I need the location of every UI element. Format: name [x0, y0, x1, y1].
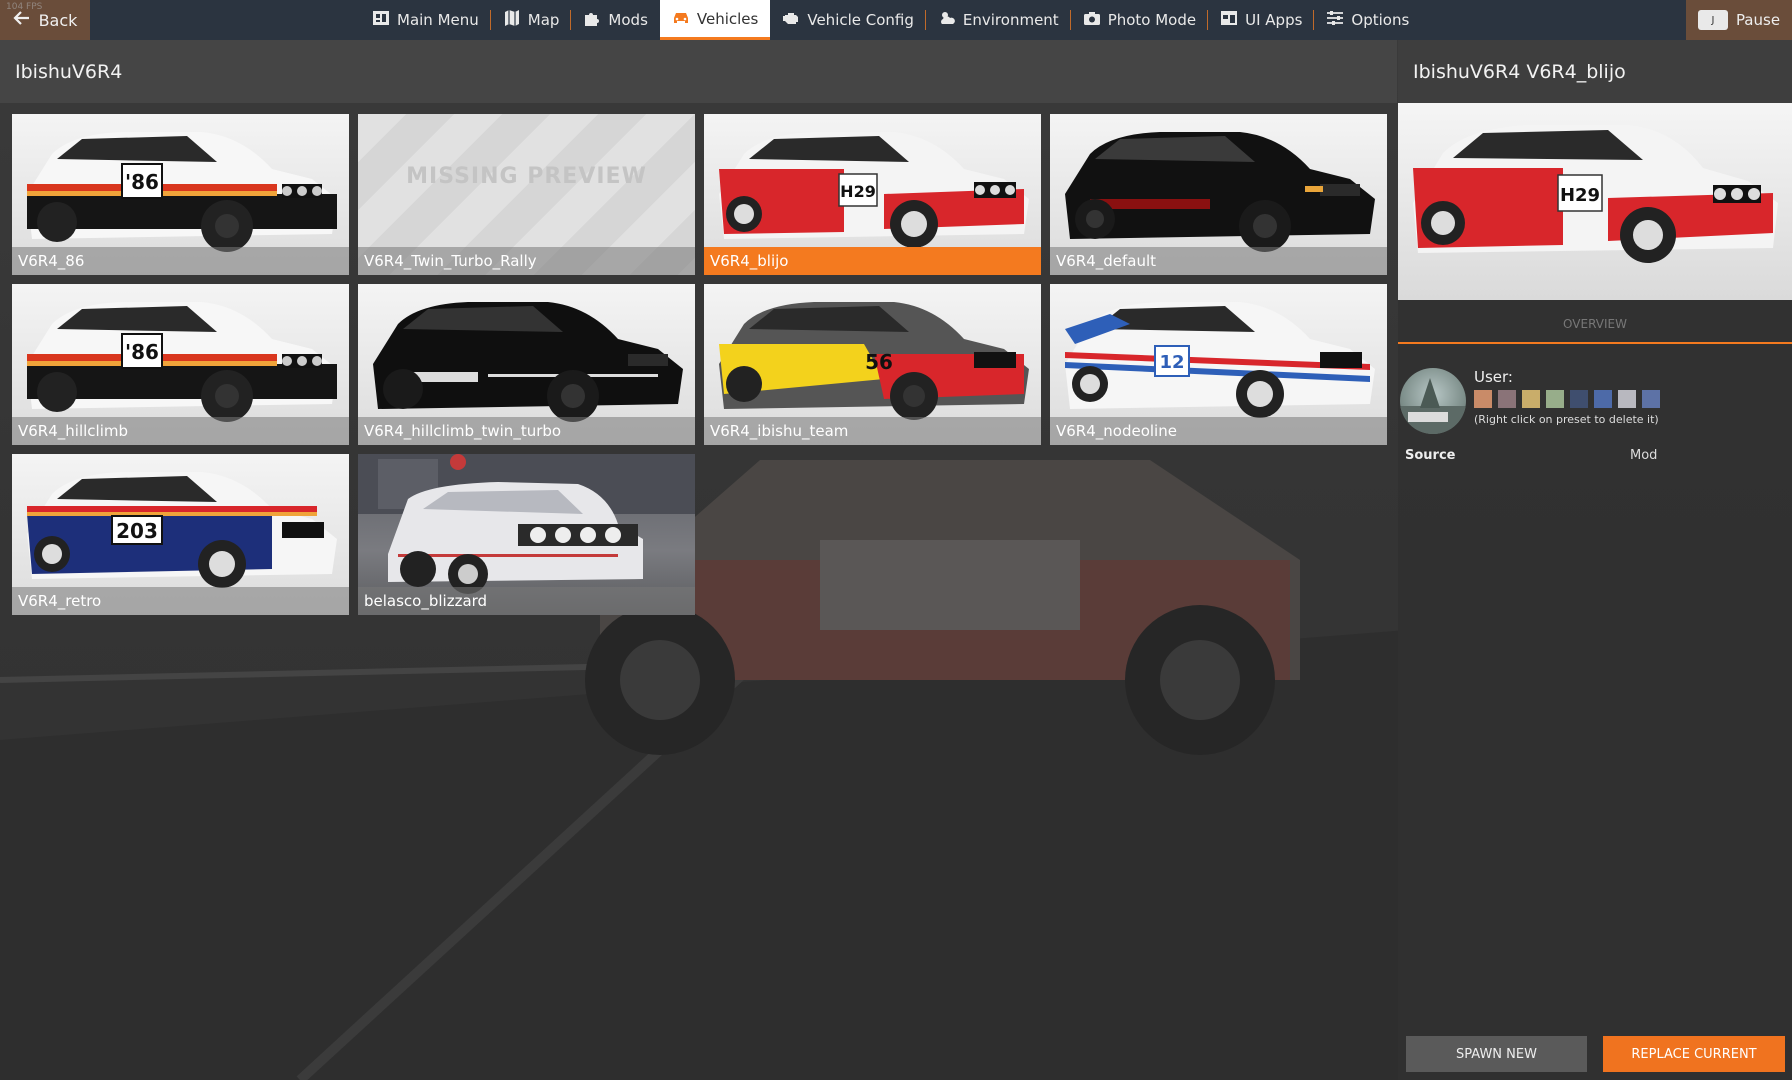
car-number: H29	[1560, 185, 1600, 206]
keyboard-key-icon: J	[1697, 10, 1728, 30]
config-tile-v6r4-hillclimb-twin-turbo[interactable]: V6R4_hillclimb_twin_turbo	[358, 284, 695, 445]
config-label: V6R4_default	[1050, 247, 1387, 275]
map-icon	[503, 9, 521, 31]
config-grid: '86 V6R4_86 MISSING PREVIEW V6R4_Twin_Tu…	[12, 114, 1392, 615]
main-menu-icon	[372, 9, 390, 31]
nav-label: Photo Mode	[1107, 11, 1197, 29]
puzzle-icon	[583, 9, 601, 31]
nav-label: Environment	[962, 11, 1059, 29]
nav-main-menu[interactable]: Main Menu	[360, 0, 491, 40]
nav-label: Main Menu	[397, 11, 479, 29]
nav-label: Options	[1351, 11, 1410, 29]
nav-label: Vehicle Config	[807, 11, 914, 29]
pause-label: Pause	[1735, 11, 1781, 29]
config-label: V6R4_ibishu_team	[704, 417, 1041, 445]
color-swatches	[1474, 390, 1660, 408]
color-swatch[interactable]	[1474, 390, 1492, 408]
color-swatch[interactable]	[1594, 390, 1612, 408]
config-label: V6R4_nodeoline	[1050, 417, 1387, 445]
config-label: V6R4_blijo	[704, 247, 1041, 275]
nav-label: Vehicles	[696, 9, 759, 28]
config-preview-image: H29	[1398, 103, 1792, 300]
weather-icon	[938, 9, 956, 31]
user-avatar	[1400, 368, 1466, 434]
config-tile-v6r4-default[interactable]: V6R4_default	[1050, 114, 1387, 275]
pause-button[interactable]: J Pause	[1686, 0, 1792, 40]
tab-overview[interactable]: OVERVIEW	[1398, 306, 1792, 344]
source-label: Source	[1405, 448, 1456, 463]
config-label: V6R4_retro	[12, 587, 349, 615]
nav-vehicles[interactable]: Vehicles	[659, 0, 771, 40]
color-swatch[interactable]	[1642, 390, 1660, 408]
engine-icon	[782, 9, 800, 31]
color-swatch[interactable]	[1570, 390, 1588, 408]
replace-current-button[interactable]: REPLACE CURRENT	[1603, 1036, 1785, 1072]
sliders-icon	[1326, 9, 1344, 31]
config-tile-belasco-blizzard[interactable]: belasco_blizzard	[358, 454, 695, 615]
car-number: '86	[125, 340, 159, 364]
nav-label: UI Apps	[1245, 11, 1303, 29]
back-button[interactable]: 104 FPS Back	[0, 0, 90, 40]
fps-counter: 104 FPS	[6, 2, 43, 12]
config-label: V6R4_Twin_Turbo_Rally	[358, 247, 695, 275]
config-tile-v6r4-hillclimb[interactable]: '86 V6R4_hillclimb	[12, 284, 349, 445]
config-label: V6R4_86	[12, 247, 349, 275]
delete-hint: (Right click on preset to delete it)	[1474, 413, 1659, 426]
config-tile-v6r4-twin-turbo-rally[interactable]: MISSING PREVIEW V6R4_Twin_Turbo_Rally	[358, 114, 695, 275]
source-value: Mod	[1630, 448, 1658, 463]
model-title: IbishuV6R4	[0, 40, 1397, 103]
back-label: Back	[38, 10, 78, 30]
config-tile-v6r4-nodeoline[interactable]: 12 V6R4_nodeoline	[1050, 284, 1387, 445]
config-tile-v6r4-retro[interactable]: 203 V6R4_retro	[12, 454, 349, 615]
car-icon	[672, 8, 690, 30]
nav-mods[interactable]: Mods	[571, 0, 659, 40]
nav-ui-apps[interactable]: UI Apps	[1208, 0, 1315, 40]
config-title: IbishuV6R4 V6R4_blijo	[1398, 40, 1792, 103]
apps-icon	[1220, 9, 1238, 31]
main-nav: Main Menu Map Mods Vehicles Vehicle Conf…	[360, 0, 1421, 40]
nav-photo-mode[interactable]: Photo Mode	[1071, 0, 1209, 40]
nav-map[interactable]: Map	[491, 0, 572, 40]
color-swatch[interactable]	[1546, 390, 1564, 408]
car-number: 12	[1159, 352, 1184, 373]
nav-environment[interactable]: Environment	[926, 0, 1071, 40]
car-number: 203	[116, 519, 158, 543]
config-label: belasco_blizzard	[358, 587, 695, 615]
car-number: H29	[840, 182, 876, 201]
car-number: 56	[865, 350, 893, 374]
config-tile-v6r4-86[interactable]: '86 V6R4_86	[12, 114, 349, 275]
color-swatch[interactable]	[1498, 390, 1516, 408]
nav-label: Map	[527, 11, 560, 29]
config-tile-v6r4-blijo[interactable]: H29 V6R4_blijo	[704, 114, 1041, 275]
color-swatch[interactable]	[1522, 390, 1540, 408]
color-swatch[interactable]	[1618, 390, 1636, 408]
top-bar: 104 FPS Back Main Menu Map Mods Vehicles…	[0, 0, 1792, 40]
user-label: User:	[1474, 368, 1513, 386]
details-panel: IbishuV6R4 V6R4_blijo H29 OVERVIEW User:…	[1398, 40, 1792, 1080]
camera-icon	[1083, 9, 1101, 31]
arrow-left-icon	[13, 9, 31, 31]
config-label: V6R4_hillclimb_twin_turbo	[358, 417, 695, 445]
nav-label: Mods	[608, 11, 648, 29]
config-label: V6R4_hillclimb	[12, 417, 349, 445]
missing-preview-text: MISSING PREVIEW	[406, 164, 647, 189]
config-tile-v6r4-ibishu-team[interactable]: 56 V6R4_ibishu_team	[704, 284, 1041, 445]
spawn-new-button[interactable]: SPAWN NEW	[1406, 1036, 1587, 1072]
nav-options[interactable]: Options	[1314, 0, 1421, 40]
nav-vehicle-config[interactable]: Vehicle Config	[770, 0, 926, 40]
car-number: '86	[125, 170, 159, 194]
